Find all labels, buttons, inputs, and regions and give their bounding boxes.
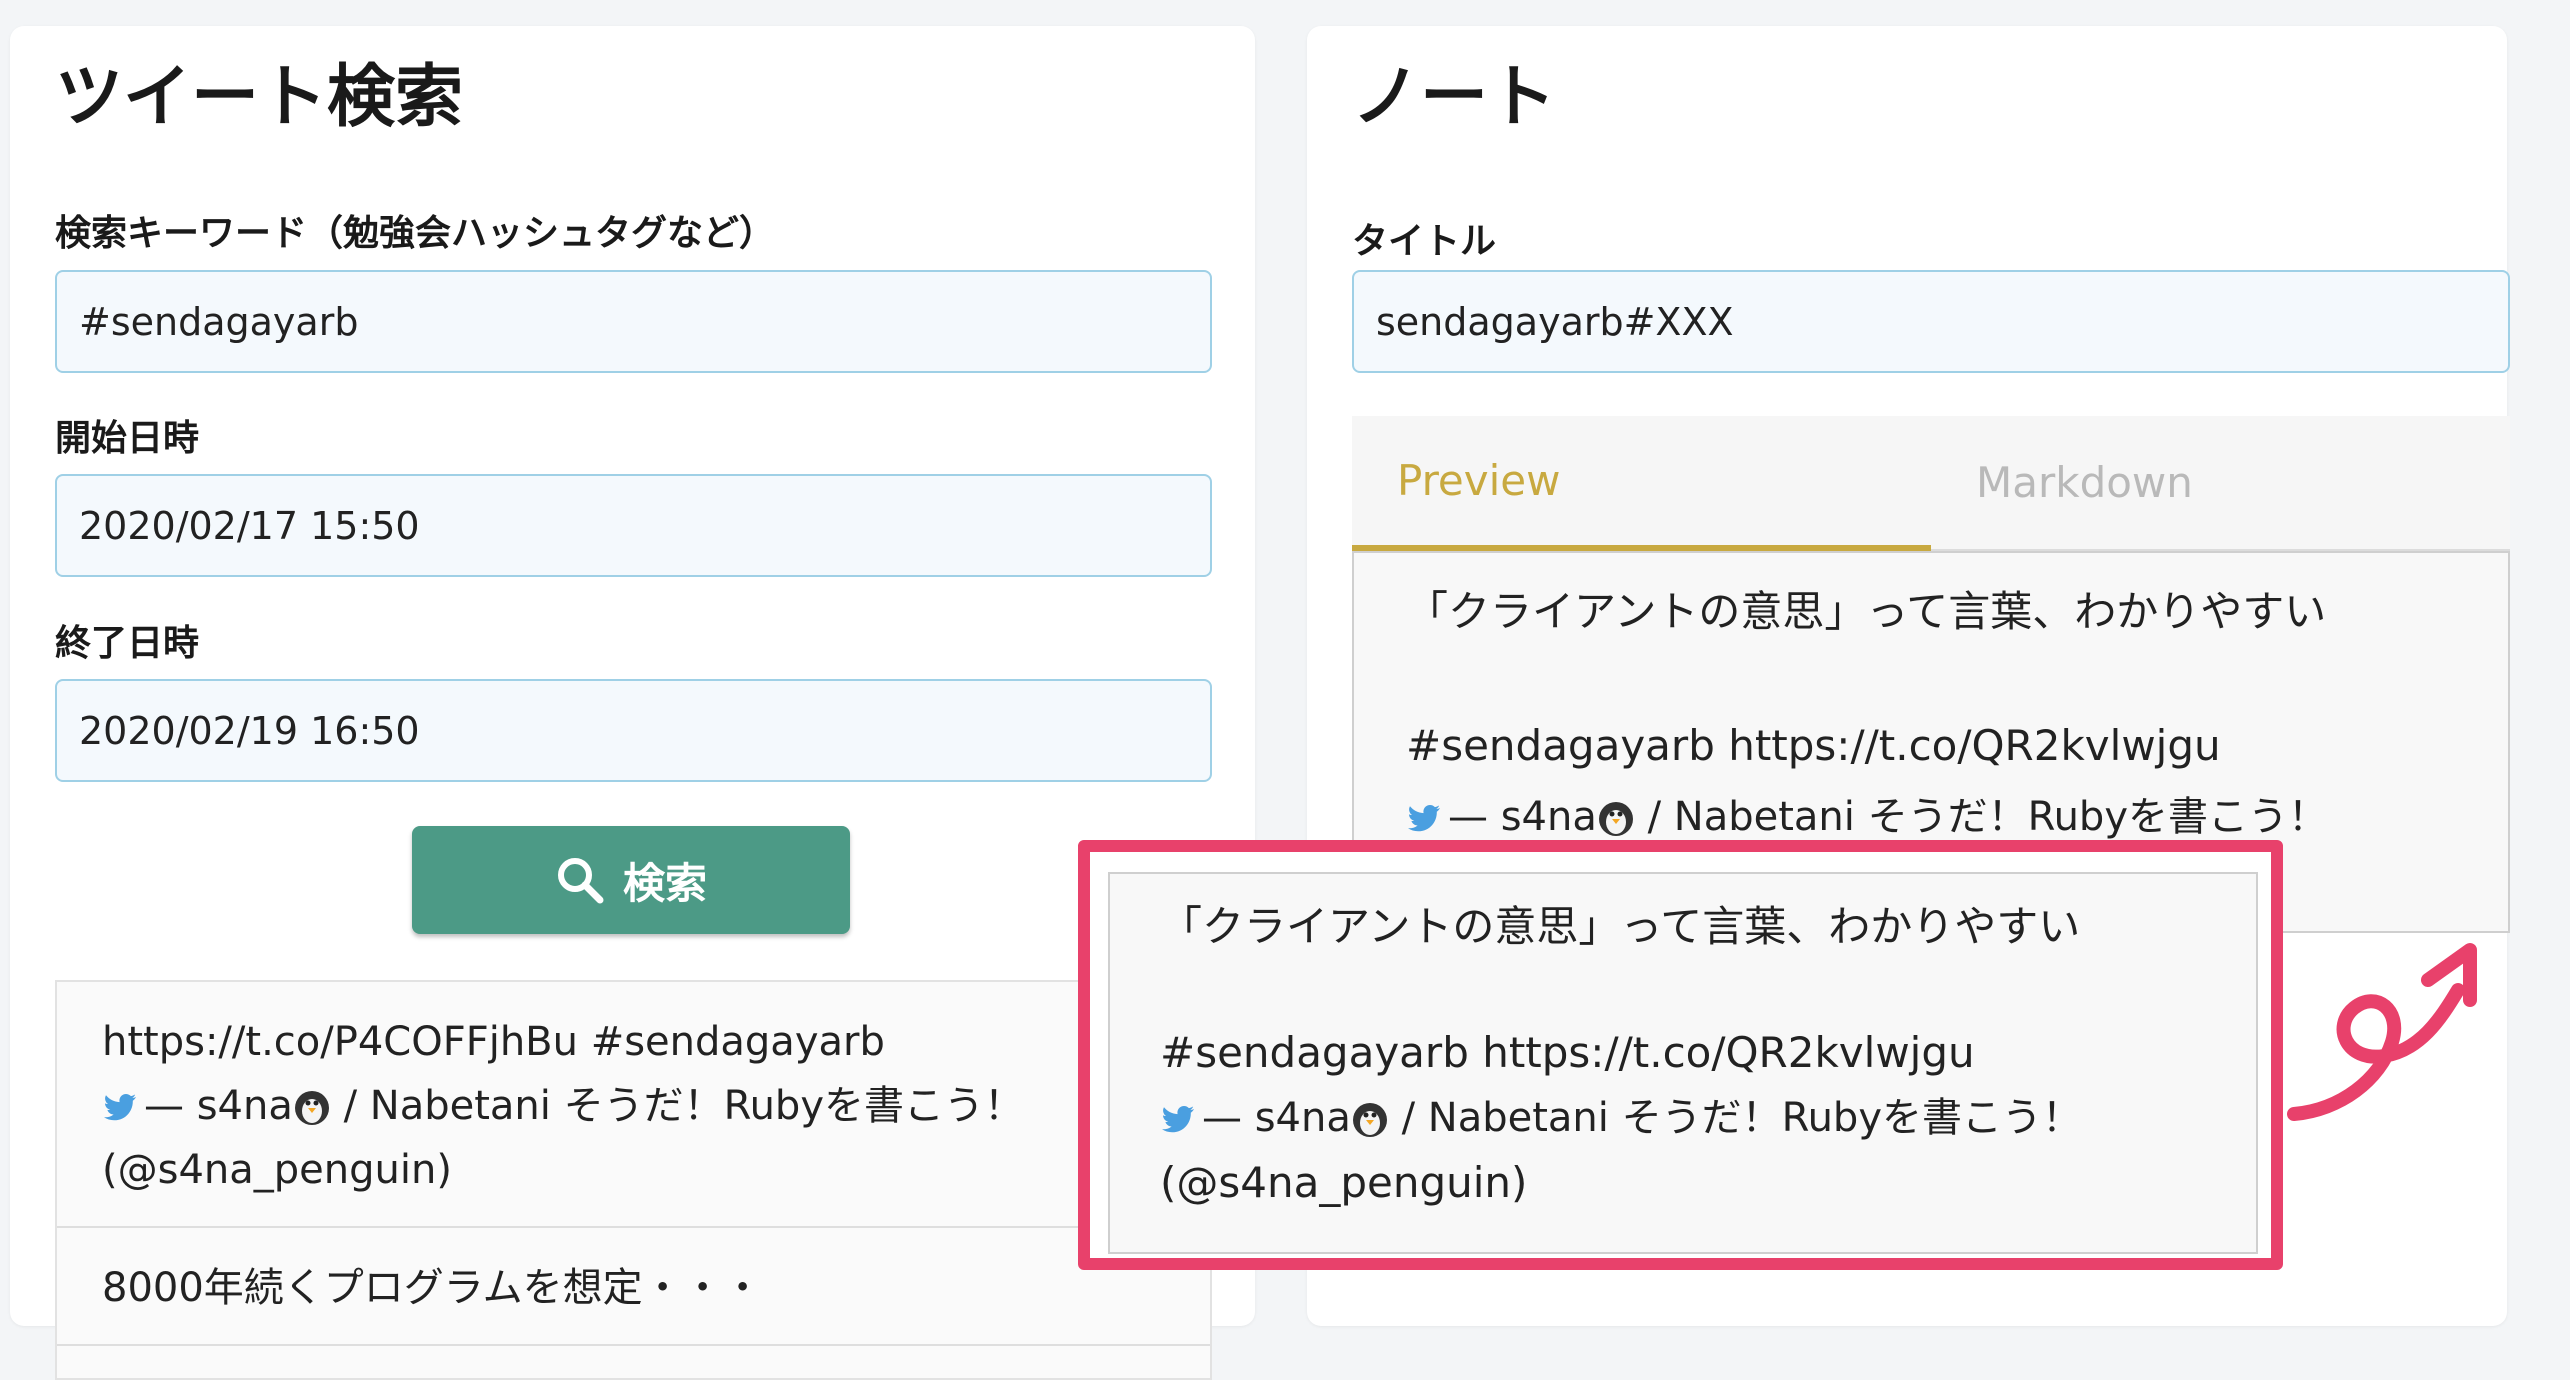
penguin-emoji-icon xyxy=(1352,1102,1387,1137)
tweet-author-handle-name: / Nabetani そうだ！Rubyを書こう！ xyxy=(330,1083,1024,1129)
search-button-label: 検索 xyxy=(622,858,707,908)
tweet-handle: (@s4na_penguin) xyxy=(102,1147,452,1193)
note-title-label: タイトル xyxy=(1352,221,1497,262)
callout-author-handle-name: / Nabetani そうだ！Rubyを書こう！ xyxy=(1388,1094,2082,1141)
end-datetime-label: 終了日時 xyxy=(55,623,200,664)
penguin-emoji-icon xyxy=(1598,802,1633,836)
callout-author-name: — s4na xyxy=(1202,1094,1351,1141)
preview-line: #sendagayarb https://t.co/QR2kvlwjgu xyxy=(1406,720,2221,770)
preview-line: 「クライアントの意思」って言葉、わかりやすい xyxy=(1406,587,2327,636)
tweet-result-item[interactable]: https://t.co/P4COFFjhBu #sendagayarb — s… xyxy=(57,982,1210,1228)
start-datetime-label: 開始日時 xyxy=(55,418,200,459)
keyword-label: 検索キーワード（勉強会ハッシュタグなど） xyxy=(55,213,776,254)
tab-preview[interactable]: Preview xyxy=(1352,416,1931,551)
preview-author-name: — s4na xyxy=(1448,794,1597,840)
tweet-text-line: https://t.co/P4COFFjhBu #sendagayarb xyxy=(102,1019,885,1065)
twitter-bird-icon xyxy=(1162,1105,1194,1133)
tweet-result-item[interactable]: 8000年続くプログラムを想定・・・ xyxy=(57,1228,1210,1346)
keyword-input[interactable] xyxy=(55,270,1212,373)
callout-author-line: — s4na / Nabetani そうだ！Rubyを書こう！ xyxy=(1160,1087,2206,1150)
note-title-input[interactable] xyxy=(1352,270,2510,373)
callout-line: 「クライアントの意思」って言葉、わかりやすい xyxy=(1160,902,2081,951)
search-icon xyxy=(557,858,604,904)
end-datetime-input[interactable] xyxy=(55,679,1212,782)
preview-author-handle-name: / Nabetani そうだ！Rubyを書こう！ xyxy=(1634,794,2328,840)
tweet-text-line: 8000年続くプログラムを想定・・・ xyxy=(102,1265,763,1311)
twitter-bird-icon xyxy=(104,1094,136,1121)
start-datetime-input[interactable] xyxy=(55,474,1212,577)
tweet-results-list: https://t.co/P4COFFjhBu #sendagayarb — s… xyxy=(55,980,1212,1380)
tweet-search-title: ツイート検索 xyxy=(55,58,464,137)
callout-preview: 「クライアントの意思」って言葉、わかりやすい #sendagayarb http… xyxy=(1108,872,2258,1254)
curly-arrow-icon xyxy=(2287,943,2477,1121)
tweet-author-name: — s4na xyxy=(144,1083,293,1129)
callout-line: #sendagayarb https://t.co/QR2kvlwjgu xyxy=(1160,1028,1975,1078)
tweet-search-panel: ツイート検索 検索キーワード（勉強会ハッシュタグなど） 開始日時 終了日時 検索… xyxy=(10,26,1255,1380)
editor-tabs: Preview Markdown xyxy=(1352,416,2510,551)
tweet-author-line: — s4na / Nabetani そうだ！Rubyを書こう！ xyxy=(102,1074,1165,1138)
callout-highlight: 「クライアントの意思」って言葉、わかりやすい #sendagayarb http… xyxy=(1078,840,2283,1270)
twitter-bird-icon xyxy=(1408,805,1440,832)
callout-handle: (@s4na_penguin) xyxy=(1160,1157,1528,1207)
tab-markdown[interactable]: Markdown xyxy=(1931,416,2510,551)
penguin-emoji-icon xyxy=(294,1091,329,1125)
note-title: ノート xyxy=(1352,58,1557,137)
search-button[interactable]: 検索 xyxy=(412,826,850,934)
